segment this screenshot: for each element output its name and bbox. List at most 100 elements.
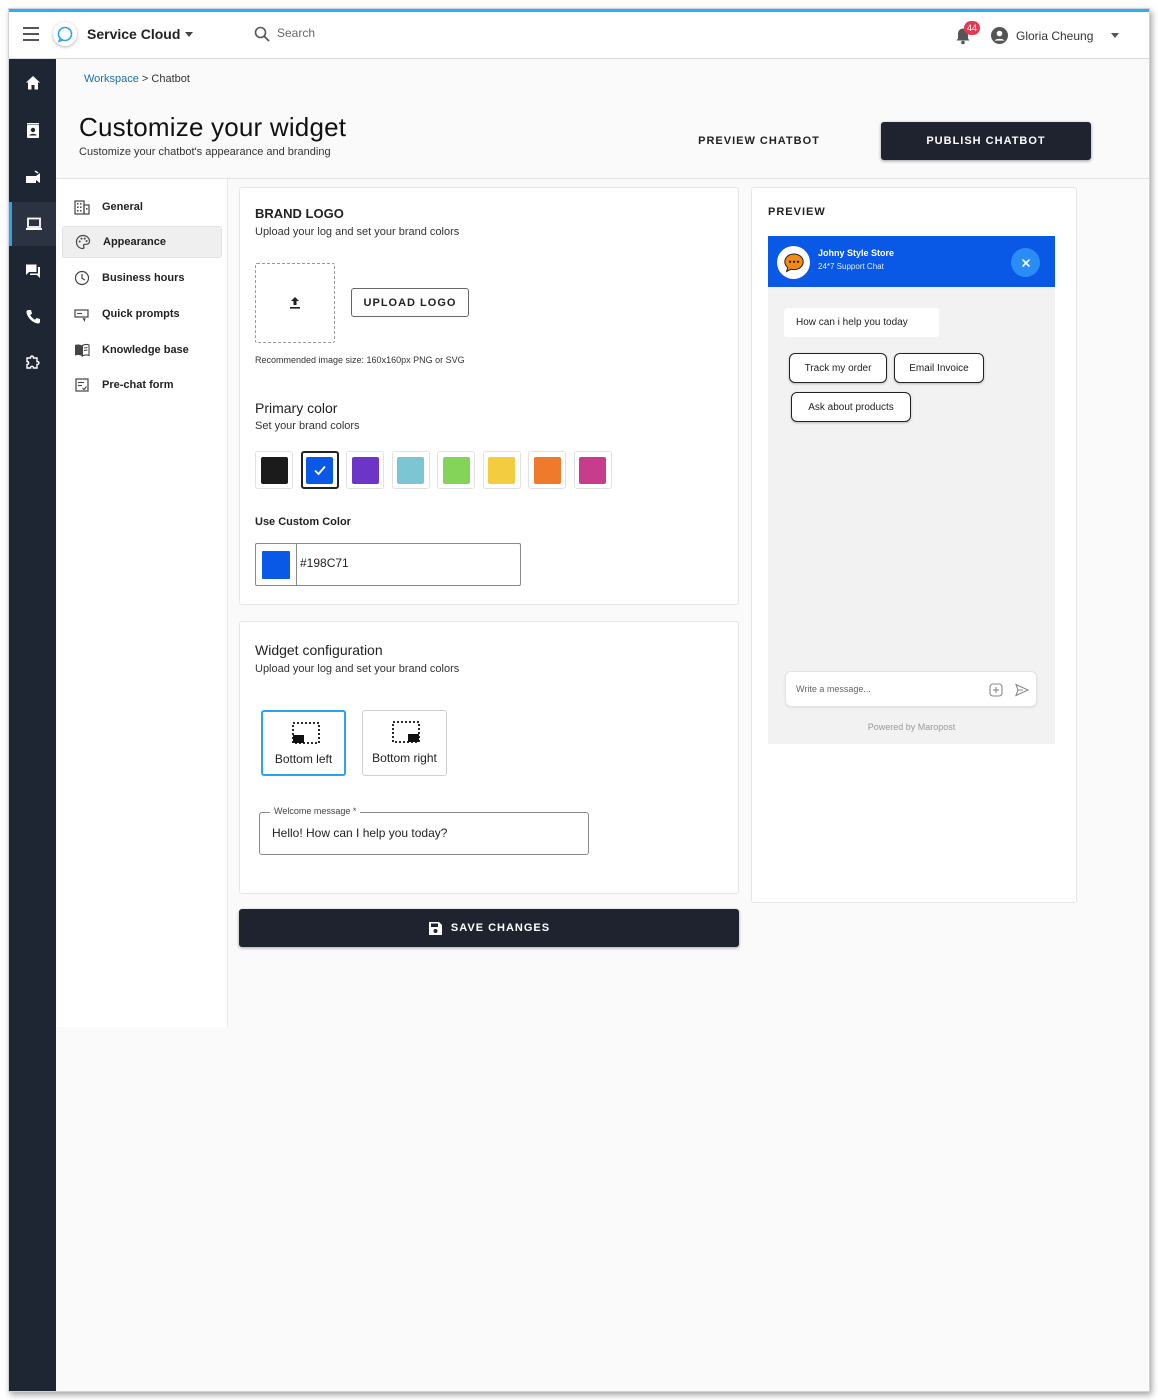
- color-swatch[interactable]: [528, 451, 566, 489]
- phone-icon[interactable]: [9, 295, 56, 339]
- book-icon: [75, 343, 90, 357]
- color-swatch[interactable]: [300, 451, 339, 489]
- custom-color-input[interactable]: [300, 556, 500, 570]
- bottom-left-position-icon: [292, 722, 320, 744]
- notification-count-badge: 44: [964, 21, 980, 35]
- color-swatch-chip: [533, 456, 561, 484]
- puzzle-icon[interactable]: [9, 340, 56, 384]
- quick-prompt-icon: [74, 309, 89, 322]
- search-icon: [254, 26, 270, 42]
- user-avatar-icon[interactable]: [991, 27, 1008, 44]
- subnav-item-quick-prompts[interactable]: Quick prompts: [62, 298, 222, 330]
- chat-icon[interactable]: [9, 249, 56, 293]
- subnav-item-business-hours[interactable]: Business hours: [62, 262, 222, 294]
- top-header: Service Cloud 44 Gloria Cheung: [9, 12, 1149, 59]
- chat-header: Johny Style Store 24*7 Support Chat: [768, 236, 1055, 287]
- color-swatch[interactable]: [437, 451, 475, 489]
- custom-color-label: Use Custom Color: [255, 516, 351, 528]
- breadcrumb-workspace-link[interactable]: Workspace: [84, 73, 139, 85]
- user-name[interactable]: Gloria Cheung: [1016, 29, 1093, 43]
- position-label: Bottom left: [274, 752, 333, 766]
- breadcrumb: Workspace > Chatbot: [84, 73, 190, 85]
- widget-config-subtitle: Upload your log and set your brand color…: [255, 663, 460, 675]
- welcome-message-label: Welcome message *: [270, 806, 361, 816]
- brand-logo-title: BRAND LOGO: [255, 206, 344, 221]
- home-icon[interactable]: [9, 61, 56, 105]
- color-swatch-chip: [579, 456, 606, 484]
- chat-avatar: [777, 246, 810, 279]
- campaign-icon[interactable]: [9, 155, 56, 199]
- bottom-right-position-icon: [392, 721, 420, 743]
- app-name[interactable]: Service Cloud: [87, 26, 180, 42]
- user-menu-chevron-down-icon[interactable]: [1111, 33, 1119, 38]
- chat-close-button[interactable]: [1011, 248, 1040, 277]
- color-swatch-chip: [442, 456, 470, 484]
- building-icon: [74, 200, 90, 215]
- add-attachment-icon[interactable]: [989, 683, 1003, 697]
- primary-color-subtitle: Set your brand colors: [255, 420, 360, 432]
- form-icon: [75, 378, 89, 392]
- settings-subnav: General Appearance Business hours Quick …: [56, 179, 228, 1027]
- logo-dropzone[interactable]: [255, 263, 335, 343]
- page-subtitle: Customize your chatbot's appearance and …: [79, 146, 331, 158]
- preview-chatbot-button[interactable]: PREVIEW CHATBOT: [679, 122, 839, 160]
- close-icon: [1021, 258, 1030, 267]
- color-swatch-chip: [306, 456, 333, 484]
- position-bottom-left-option[interactable]: Bottom left: [261, 710, 346, 776]
- page-title: Customize your widget: [79, 112, 347, 142]
- subnav-label: Business hours: [102, 272, 185, 284]
- subnav-item-pre-chat-form[interactable]: Pre-chat form: [62, 369, 222, 401]
- quick-reply-track-order[interactable]: Track my order: [789, 353, 887, 383]
- save-changes-button[interactable]: SAVE CHANGES: [239, 909, 739, 947]
- quick-reply-email-invoice[interactable]: Email Invoice: [894, 353, 984, 383]
- app-switcher-chevron-down-icon[interactable]: [185, 32, 193, 37]
- check-icon: [313, 465, 326, 476]
- subnav-item-appearance[interactable]: Appearance: [62, 226, 222, 258]
- subnav-label: Quick prompts: [102, 308, 180, 320]
- publish-chatbot-button[interactable]: PUBLISH CHATBOT: [881, 122, 1091, 160]
- custom-color-divider: [296, 544, 297, 585]
- welcome-message-input[interactable]: [272, 826, 572, 840]
- color-swatch-chip: [397, 456, 424, 484]
- subnav-item-knowledge-base[interactable]: Knowledge base: [62, 334, 222, 366]
- send-icon[interactable]: [1015, 683, 1029, 697]
- subnav-label: Pre-chat form: [102, 379, 174, 391]
- position-label: Bottom right: [372, 751, 437, 765]
- upload-icon: [290, 297, 300, 309]
- upload-logo-button[interactable]: UPLOAD LOGO: [351, 288, 469, 317]
- save-icon: [428, 921, 442, 935]
- service-cloud-logo-icon: [53, 22, 77, 46]
- palette-icon: [75, 234, 91, 250]
- color-swatch[interactable]: [482, 451, 521, 489]
- chat-widget-preview: Johny Style Store 24*7 Support Chat How …: [768, 236, 1055, 744]
- color-swatch[interactable]: [346, 451, 384, 489]
- widget-config-card: Widget configuration Upload your log and…: [239, 621, 739, 894]
- store-name: Johny Style Store: [818, 248, 895, 258]
- contacts-icon[interactable]: [9, 109, 56, 153]
- message-input[interactable]: [796, 684, 976, 694]
- laptop-icon[interactable]: [9, 202, 56, 246]
- bot-message-bubble: How can i help you today: [784, 308, 939, 337]
- color-swatch[interactable]: [391, 451, 430, 489]
- color-swatch-chip: [351, 456, 379, 484]
- subnav-item-general[interactable]: General: [62, 191, 222, 223]
- brand-logo-subtitle: Upload your log and set your brand color…: [255, 226, 460, 238]
- welcome-message-field: Welcome message *: [259, 806, 589, 855]
- custom-color-preview[interactable]: [262, 551, 290, 579]
- image-recommendation-text: Recommended image size: 160x160px PNG or…: [255, 355, 465, 365]
- hamburger-menu-icon[interactable]: [23, 27, 39, 41]
- search-input[interactable]: [277, 26, 477, 40]
- brand-logo-card: BRAND LOGO Upload your log and set your …: [239, 187, 739, 605]
- breadcrumb-current: Chatbot: [151, 73, 190, 85]
- custom-color-field: [255, 543, 521, 586]
- quick-reply-ask-products[interactable]: Ask about products: [791, 392, 911, 422]
- app-frame: Service Cloud 44 Gloria Cheung: [8, 8, 1150, 1392]
- primary-sidebar: [9, 59, 56, 1391]
- position-bottom-right-option[interactable]: Bottom right: [362, 710, 447, 776]
- color-swatch[interactable]: [255, 451, 293, 489]
- color-swatch-chip: [260, 456, 288, 484]
- color-swatch[interactable]: [573, 451, 612, 489]
- save-changes-label: SAVE CHANGES: [450, 922, 551, 934]
- subnav-label: Knowledge base: [102, 344, 189, 356]
- subnav-label: Appearance: [103, 236, 166, 248]
